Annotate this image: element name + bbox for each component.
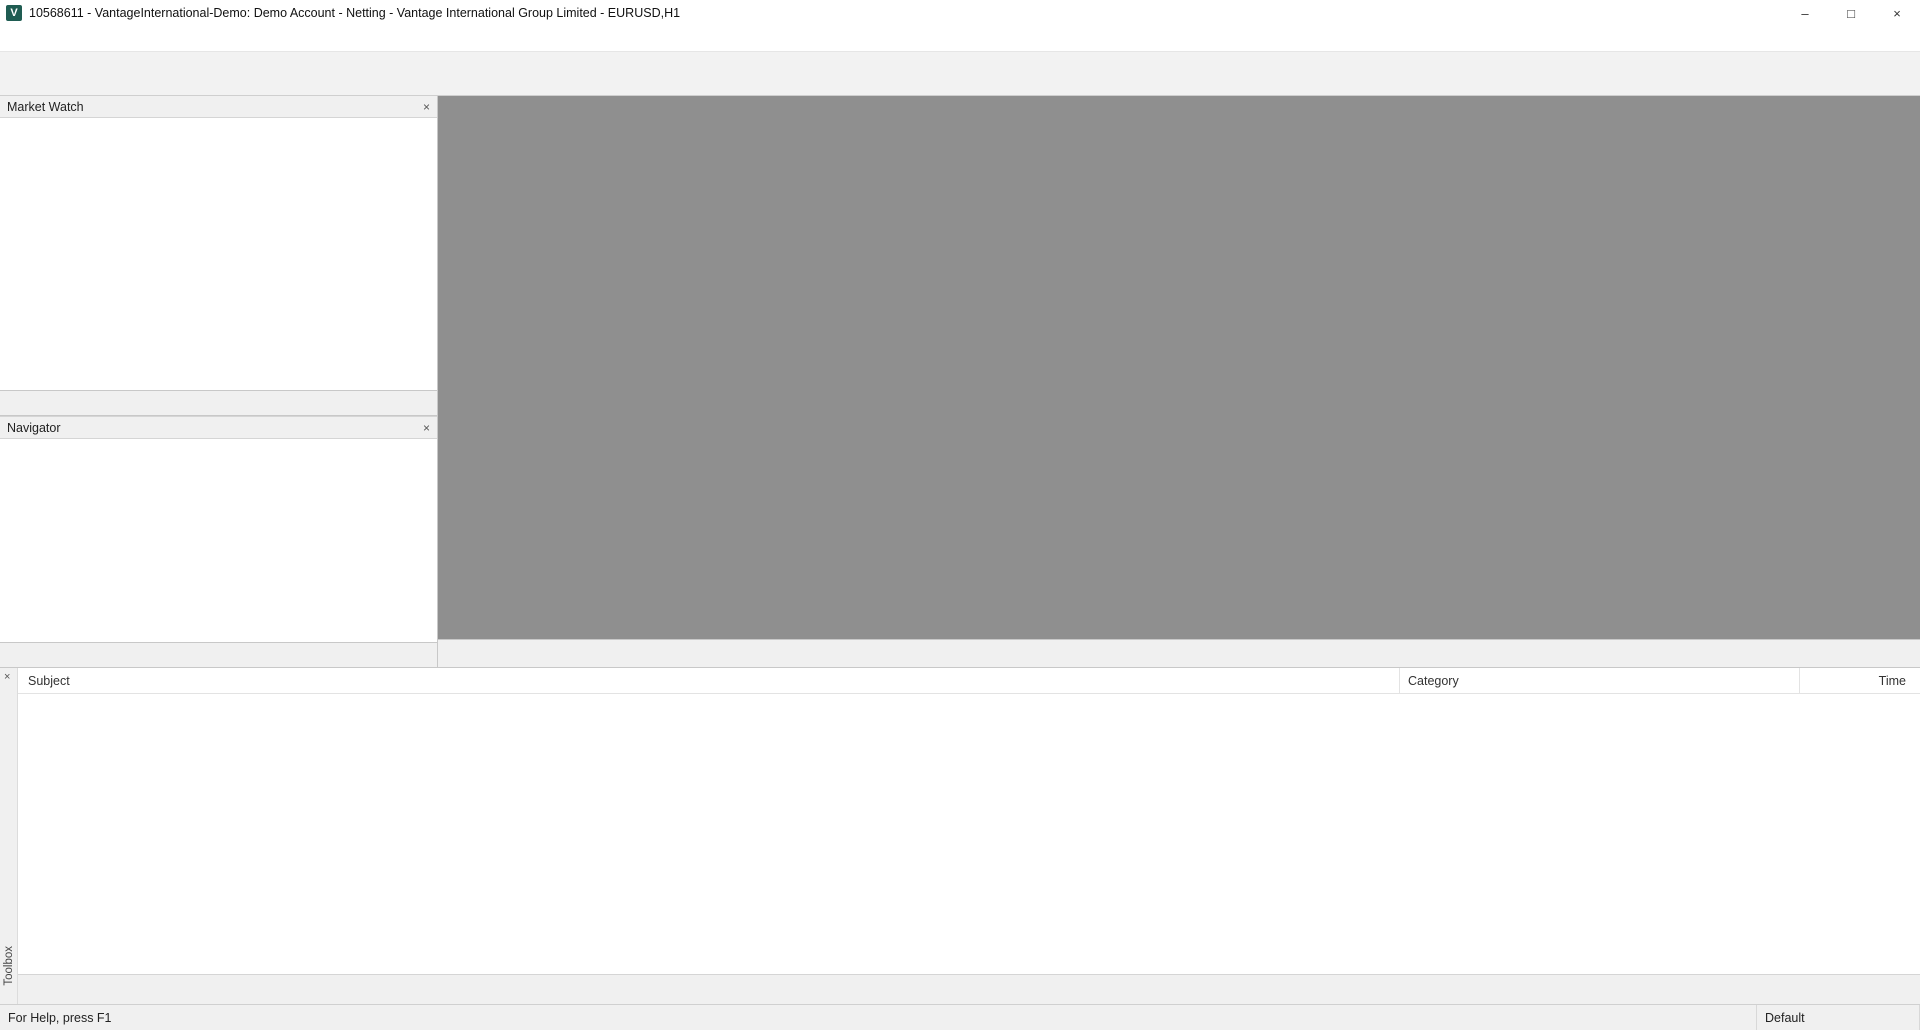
toolbox-panel: × Toolbox Subject Category Time <box>0 667 1920 1004</box>
window-close-button[interactable]: × <box>1874 0 1920 26</box>
toolbar <box>0 52 1920 96</box>
left-panel: Market Watch × Navigator × <box>0 96 438 667</box>
navigator-title: Navigator <box>7 420 61 435</box>
chart-workspace <box>438 96 1920 667</box>
app-logo-icon: V <box>6 5 22 21</box>
navigator-panel: Navigator × <box>0 416 437 667</box>
menu-bar <box>0 26 1920 52</box>
navigator-tabs <box>0 642 437 667</box>
column-subject[interactable]: Subject <box>18 668 1400 693</box>
market-watch-tabs <box>0 390 437 415</box>
toolbox-header-row: Subject Category Time <box>18 668 1920 694</box>
toolbox-content-empty <box>18 694 1920 974</box>
toolbox-side-strip: × Toolbox <box>0 668 18 1004</box>
market-watch-title: Market Watch <box>7 99 84 114</box>
status-profile[interactable]: Default <box>1765 1011 1805 1025</box>
market-watch-close-icon[interactable]: × <box>423 100 430 114</box>
toolbox-vertical-label[interactable]: Toolbox <box>3 946 15 986</box>
column-time[interactable]: Time <box>1800 668 1920 693</box>
chart-tab-bar <box>438 639 1920 667</box>
window-maximize-button[interactable]: □ <box>1828 0 1874 26</box>
market-watch-panel: Market Watch × <box>0 96 437 416</box>
toolbox-close-icon[interactable]: × <box>4 671 10 683</box>
status-bar: For Help, press F1 Default <box>0 1004 1920 1030</box>
column-category[interactable]: Category <box>1400 668 1800 693</box>
market-watch-table <box>0 117 437 390</box>
window-minimize-button[interactable]: – <box>1782 0 1828 26</box>
navigator-close-icon[interactable]: × <box>423 421 430 435</box>
window-title: 10568611 - VantageInternational-Demo: De… <box>29 6 681 20</box>
title-bar: V 10568611 - VantageInternational-Demo: … <box>0 0 1920 26</box>
navigator-tree <box>0 438 437 642</box>
toolbox-tabs <box>18 974 1920 1004</box>
status-help-text: For Help, press F1 <box>8 1010 112 1025</box>
